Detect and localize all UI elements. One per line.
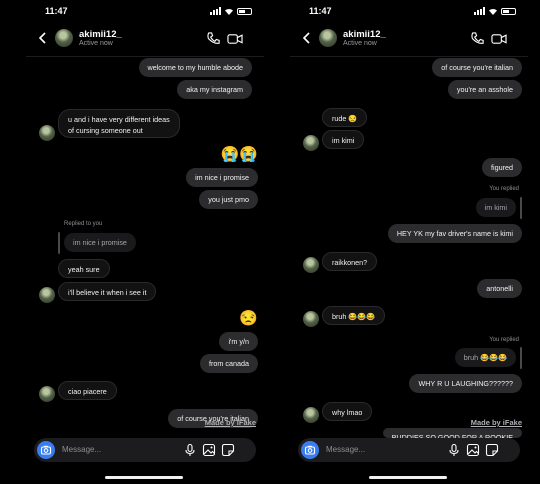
microphone-icon[interactable] [183, 443, 197, 457]
sticker-icon[interactable] [485, 443, 499, 457]
message-bubble[interactable]: rude 😒 [322, 108, 368, 127]
avatar [39, 125, 55, 141]
avatar[interactable] [55, 29, 73, 47]
video-call-icon[interactable] [227, 31, 243, 46]
message-bubble[interactable]: yeah sure [58, 259, 110, 278]
message-bubble[interactable]: ciao piacere [58, 381, 117, 400]
message-bubble[interactable]: of course you're italian [432, 58, 522, 77]
watermark: Made by iFake [204, 418, 256, 427]
message-bubble[interactable]: why lmao [322, 402, 373, 421]
phone-screen-left: 11:47 akimii12_ Active now welcome to my… [26, 0, 264, 484]
quoted-message[interactable]: im kimi [475, 198, 516, 217]
quoted-message[interactable]: im nice i promise [64, 233, 136, 252]
chat-username[interactable]: akimii12_ [343, 29, 386, 40]
message-bubble[interactable]: aka my instagram [177, 80, 252, 99]
message-bubble[interactable]: im nice i promise [186, 168, 258, 187]
quote-bar [520, 347, 522, 369]
wifi-icon [225, 8, 233, 15]
message-bubble[interactable]: bruh 😂😂😂 [322, 306, 386, 325]
message-composer: Message... [298, 438, 520, 462]
avatar [303, 135, 319, 151]
chat-header: akimii12_ Active now [290, 24, 528, 54]
message-bubble[interactable]: from canada [200, 354, 258, 373]
status-time: 11:47 [45, 6, 68, 16]
battery-icon [237, 7, 252, 15]
message-bubble[interactable]: u and i have very different ideas of cur… [58, 109, 180, 138]
message-composer: Message... [34, 438, 256, 462]
avatar [303, 257, 319, 273]
message-input[interactable]: Message... [326, 445, 365, 454]
back-arrow-icon[interactable] [36, 30, 50, 46]
message-input[interactable]: Message... [62, 445, 101, 454]
wifi-icon [489, 8, 497, 15]
phone-call-icon[interactable] [206, 31, 221, 46]
signal-icon [474, 7, 485, 15]
avatar[interactable] [319, 29, 337, 47]
camera-icon [304, 445, 316, 455]
phone-call-icon[interactable] [470, 31, 485, 46]
message-bubble[interactable]: HEY YK my fav driver's name is kimi [387, 224, 522, 243]
message-bubble[interactable]: im kimi [322, 130, 365, 149]
reply-label: You replied [489, 186, 519, 192]
camera-button[interactable] [301, 441, 319, 459]
back-arrow-icon[interactable] [300, 30, 314, 46]
battery-icon [501, 7, 516, 15]
chat-header: akimii12_ Active now [26, 24, 264, 54]
sticker-icon[interactable] [221, 443, 235, 457]
message-bubble[interactable]: WHY R U LAUGHING?????? [409, 374, 522, 393]
avatar [303, 311, 319, 327]
gallery-icon[interactable] [202, 443, 216, 457]
presence-status: Active now [79, 40, 113, 47]
avatar [39, 386, 55, 402]
avatar [39, 287, 55, 303]
camera-button[interactable] [37, 441, 55, 459]
message-bubble[interactable]: welcome to my humble abode [138, 58, 252, 77]
reply-label: You replied [489, 337, 519, 343]
phone-screen-right: 11:47 akimii12_ Active now of course you… [290, 0, 528, 484]
quote-bar [58, 232, 60, 254]
reply-label: Replied to you [64, 221, 103, 227]
message-bubble[interactable]: BUDDIES SO GOOD FOR A ROOKIE [382, 428, 522, 438]
signal-icon [210, 7, 221, 15]
header-divider [290, 56, 528, 57]
camera-icon [40, 445, 52, 455]
status-bar: 11:47 [26, 6, 264, 20]
watermark: Made by iFake [470, 418, 522, 427]
home-indicator [369, 476, 447, 479]
avatar [303, 407, 319, 423]
video-call-icon[interactable] [491, 31, 507, 46]
message-bubble[interactable]: raikkonen? [322, 252, 378, 271]
home-indicator [105, 476, 183, 479]
message-bubble[interactable]: you just pmo [199, 190, 258, 209]
microphone-icon[interactable] [447, 443, 461, 457]
emoji-message[interactable]: 😭😭 [221, 145, 258, 163]
quote-bar [520, 197, 522, 219]
quoted-message[interactable]: bruh 😂😂😂 [454, 348, 516, 367]
header-divider [26, 56, 264, 57]
status-bar: 11:47 [290, 6, 528, 20]
chat-username[interactable]: akimii12_ [79, 29, 122, 40]
message-bubble[interactable]: you're an asshole [447, 80, 522, 99]
message-bubble[interactable]: antonelli [477, 279, 522, 298]
status-time: 11:47 [309, 6, 332, 16]
message-bubble[interactable]: i'm y/n [219, 332, 258, 351]
message-bubble[interactable]: i'll believe it when i see it [58, 282, 157, 301]
emoji-message[interactable]: 😒 [239, 309, 258, 327]
message-bubble[interactable]: figured [482, 158, 522, 177]
gallery-icon[interactable] [466, 443, 480, 457]
presence-status: Active now [343, 40, 377, 47]
